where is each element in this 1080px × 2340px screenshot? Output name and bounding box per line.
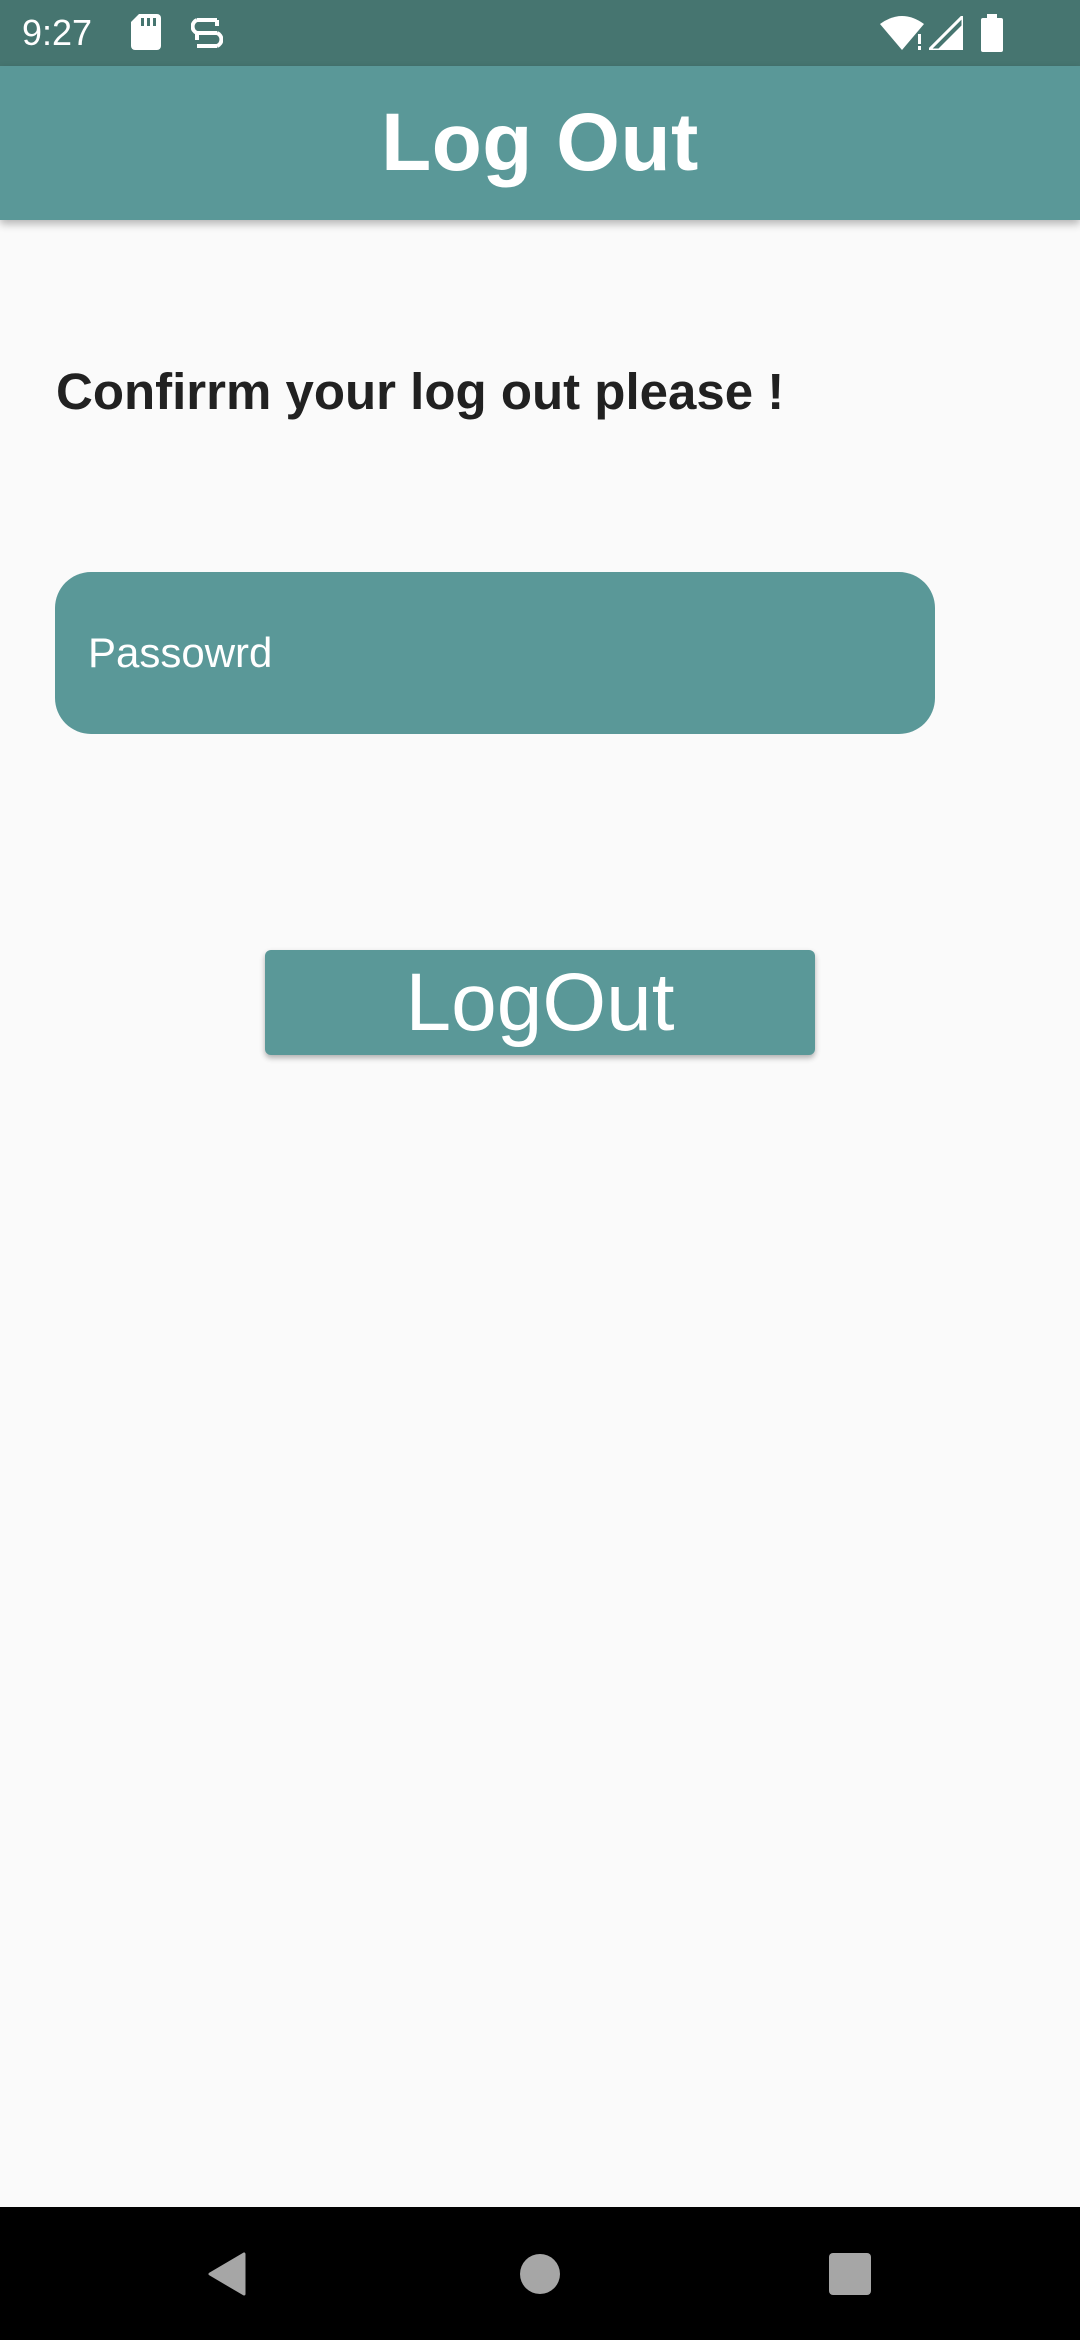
- recents-icon: [829, 2252, 871, 2295]
- logout-button[interactable]: LogOut: [265, 950, 815, 1055]
- battery-icon: [981, 14, 1003, 52]
- sync-icon: [191, 18, 223, 48]
- page-title: Log Out: [381, 97, 699, 188]
- nav-home-button[interactable]: [460, 2207, 620, 2340]
- status-time: 9:27: [22, 12, 93, 53]
- home-icon: [520, 2253, 560, 2294]
- back-icon: [208, 2252, 246, 2295]
- nav-bar: [0, 2207, 1080, 2340]
- confirm-prompt: Confirrm your log out please !: [56, 363, 785, 420]
- nav-back-button[interactable]: [146, 2207, 306, 2340]
- status-bar: 9:27: [0, 0, 1080, 66]
- app-bar: Log Out: [0, 66, 1080, 220]
- nav-recents-button[interactable]: [770, 2207, 930, 2340]
- sd-card-icon: [131, 14, 161, 50]
- password-input[interactable]: [55, 572, 935, 734]
- wifi-icon: [880, 16, 924, 50]
- cell-signal-icon: [929, 16, 963, 50]
- screen: 9:27 Log Out Confirrm your log out pleas…: [0, 0, 1080, 2340]
